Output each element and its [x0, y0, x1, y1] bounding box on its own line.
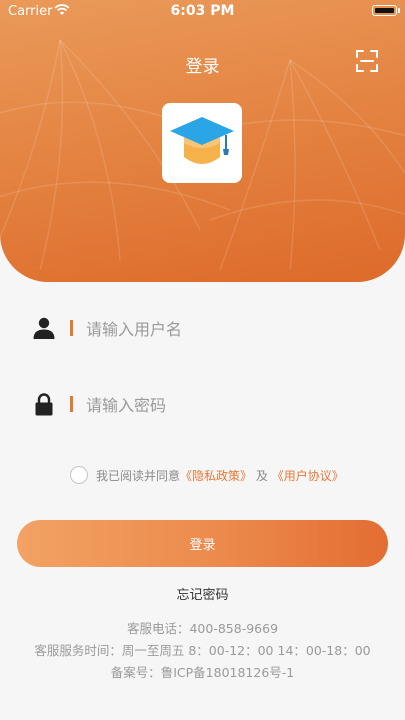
field-divider [70, 320, 73, 336]
battery-cap [398, 8, 400, 13]
clock: 6:03 PM [170, 3, 235, 19]
agreement-text: 我已阅读并同意《隐私政策》 及 《用户协议》 [96, 467, 344, 484]
lock-icon [35, 393, 53, 416]
service-hotline: 客服电话：400-858-9669 [126, 621, 279, 636]
agreement-checkbox[interactable] [70, 466, 88, 484]
app-logo [162, 103, 242, 183]
agreement-prefix: 我已阅读并同意 [96, 469, 181, 483]
page-title: 登录 [185, 57, 220, 77]
forgot-password-link[interactable]: 忘记密码 [0, 584, 405, 603]
user-icon [33, 317, 55, 339]
battery-icon [372, 5, 397, 16]
agreement-and: 及 [255, 469, 268, 483]
username-field[interactable] [32, 308, 372, 348]
username-input[interactable] [84, 312, 368, 346]
password-input[interactable] [84, 388, 368, 422]
field-divider [70, 396, 73, 412]
scan-icon[interactable] [352, 46, 382, 76]
service-hours: 客服服务时间：周一至周五 8：00-12：00 14：00-18：00 [34, 643, 371, 658]
privacy-policy-link[interactable]: 《隐私政策》 [180, 469, 252, 483]
header-banner: Carrier 6:03 PM 登录 [0, 0, 405, 282]
graduation-cap-icon [170, 117, 234, 164]
password-field[interactable] [32, 384, 372, 424]
user-agreement-link[interactable]: 《用户协议》 [272, 469, 344, 483]
icp-record: 备案号：鲁ICP备18018126号-1 [110, 665, 295, 680]
login-button[interactable]: 登录 [17, 520, 388, 567]
status-bar: Carrier 6:03 PM [0, 0, 405, 24]
